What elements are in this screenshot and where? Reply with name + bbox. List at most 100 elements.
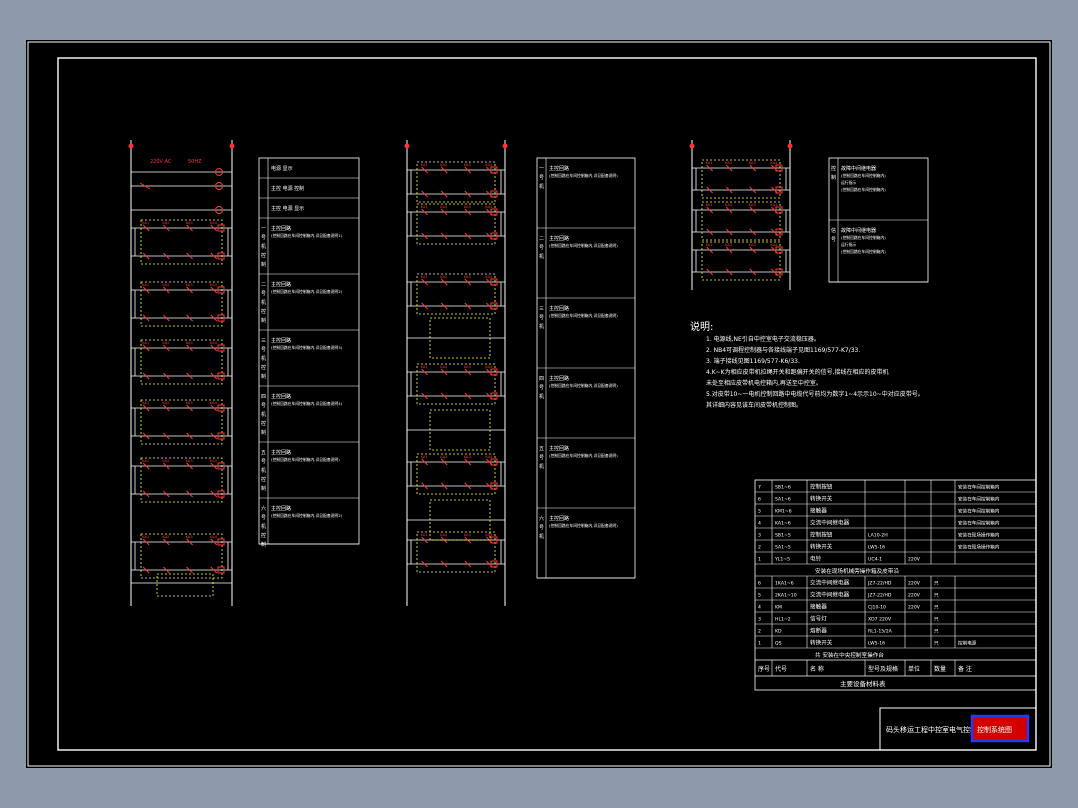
section-label: 号 <box>261 235 266 241</box>
section-label: 机 <box>261 411 266 418</box>
bom-cell: 5 <box>758 509 761 515</box>
table-cell-text: (控制回路在车间控制箱内,详见配套说明) <box>271 457 340 462</box>
table-cell-text: 主控回路 <box>549 305 569 312</box>
section-label: 一 <box>539 166 544 172</box>
contact-tag: KA2 <box>725 243 732 247</box>
section-label: 六 <box>539 515 544 522</box>
table-cell-text: (控制回路在车间控制箱内,详见配套说明4) <box>271 401 343 406</box>
contact-tag: KA1 <box>142 459 149 463</box>
contact-tag: KA4 <box>770 203 778 207</box>
bom-cell: 6 <box>758 581 761 587</box>
table-cell-text: (控制回路在车间控制箱内,详见配套说明) <box>549 453 618 458</box>
table-cell-text: 主控回路 <box>549 235 569 242</box>
contact-tag: KA1 <box>142 401 149 405</box>
section-label: 三 <box>261 338 266 344</box>
bom-cell: 6 <box>758 497 761 503</box>
bom-cell: 7 <box>758 485 761 491</box>
contact-tag: KA1 <box>706 203 713 207</box>
contact-tag: KA1 <box>421 163 428 167</box>
bom-cell: 转换开关 <box>810 543 833 551</box>
section-label: 机 <box>261 355 266 362</box>
bom-cell: KM <box>775 605 782 611</box>
contact-tag: KA1 <box>421 205 428 209</box>
bom-cell: 控制电源 <box>958 640 977 647</box>
section-label: 二 <box>261 282 266 288</box>
table-cell-text: 主控回路 <box>271 337 291 344</box>
bom-cell: HL1~2 <box>775 617 791 623</box>
notes-line: 其详细内容见该车间皮带机控制图。 <box>706 401 802 409</box>
table-cell-text: (控制回路在车间控制箱内,详见配套说明) <box>549 313 618 318</box>
contact-tag: KA1 <box>142 341 149 345</box>
contact-tag: KA2 <box>725 203 732 207</box>
section-label: 制 <box>261 485 266 492</box>
bom-cell: 控制按钮 <box>810 483 833 491</box>
contact-tag: KA4 <box>210 401 218 405</box>
section-label: 机 <box>261 243 266 250</box>
table-cell-text: (控制回路在车间控制箱内,详见配套说明) <box>549 173 618 178</box>
contact-tag: KA4 <box>210 535 218 539</box>
bom-cell: 信号灯 <box>810 615 827 623</box>
notes-line: 3. 端子接线见图1169/577-K6/33. <box>706 357 800 365</box>
notes-line: 4.K~K为相应皮带机拉绳开关和跑偏开关的信号,接线在相应的皮带机 <box>706 368 889 376</box>
contact-tag: KA3 <box>464 275 471 279</box>
contact-tag: KA3 <box>464 205 471 209</box>
table-cell-text: 电源 显示 <box>271 165 293 172</box>
section-label: 四 <box>261 394 266 400</box>
contact-tag: KA4 <box>210 283 218 287</box>
bom-header-cell: 数量 <box>934 665 946 673</box>
bom-caption: 共 安装在中央控制室操作台 <box>815 651 884 659</box>
bom-cell: 5 <box>758 593 761 599</box>
contact-tag: KA4 <box>485 275 493 279</box>
table-cell-text: 主控 电源 控制 <box>271 185 304 192</box>
bom-cell: LW5-16 <box>868 641 885 647</box>
table-cell-text: (控制回路在车间控制箱内,详见配套说明) <box>549 523 618 528</box>
contact-tag: KA2 <box>162 283 169 287</box>
contact-tag: KA4 <box>210 341 218 345</box>
table-cell-text: 主控回路 <box>271 225 291 232</box>
bom-header-cell: 代号 <box>775 665 787 673</box>
bom-cell: 安装在现场操作箱内 <box>958 544 1000 551</box>
section-label: 机 <box>539 533 544 540</box>
contact-tag: KA4 <box>485 455 493 459</box>
section-label: 机 <box>261 467 266 474</box>
bom-cell: 220V <box>908 581 921 587</box>
table-cell-text: (控制回路在车间控制箱内,详见配套说明2) <box>271 513 343 518</box>
bom-cell: 只 <box>934 617 939 623</box>
contact-tag: KA1 <box>706 243 713 247</box>
bom-cell: 安装在车间控制箱内 <box>958 520 1000 527</box>
bom-cell: 2 <box>758 629 761 635</box>
table-cell-text: (控制回路在车间控制箱内) <box>841 173 886 178</box>
table-cell-text: (控制回路在车间控制箱内) <box>841 249 886 254</box>
contact-tag: KA2 <box>440 533 447 537</box>
contact-tag: KA3 <box>186 535 193 539</box>
bom-cell: SB1~6 <box>775 485 791 491</box>
contact-tag: KA4 <box>485 163 493 167</box>
section-label: 机 <box>539 463 544 470</box>
bom-caption: 安装在现场机械旁操作箱及皮带沿 <box>815 567 899 575</box>
section-label: 机 <box>539 323 544 330</box>
contact-tag: KA4 <box>770 161 778 165</box>
bom-header-cell: 序号 <box>758 665 770 673</box>
section-label: 号 <box>261 515 266 521</box>
contact-tag: KA3 <box>464 455 471 459</box>
bom-cell: 交流中间继电器 <box>810 579 850 587</box>
contact-tag: KA1 <box>421 455 428 459</box>
section-label: 机 <box>539 393 544 400</box>
bom-cell: RL1-15/2A <box>868 629 893 635</box>
contact-tag: KA3 <box>464 533 471 537</box>
bom-cell: CJ10-10 <box>868 605 886 611</box>
bom-cell: 220V <box>908 605 921 611</box>
bom-cell: 转换开关 <box>810 495 833 503</box>
bom-cell: 4 <box>758 521 761 527</box>
bom-header-cell: 备 注 <box>958 665 972 673</box>
bom-cell: XD7 220V <box>868 617 892 623</box>
section-label: 制 <box>261 373 266 380</box>
section-label: 制 <box>261 429 266 436</box>
bom-cell: 电铃 <box>810 555 822 563</box>
bom-cell: 安装在现场操作箱内 <box>958 532 1000 539</box>
section-label: 控 <box>261 308 266 315</box>
contact-tag: KA4 <box>210 221 218 225</box>
notes-heading: 说明: <box>690 320 713 333</box>
contact-tag: KA3 <box>749 243 756 247</box>
contact-tag: KA1 <box>421 275 428 279</box>
